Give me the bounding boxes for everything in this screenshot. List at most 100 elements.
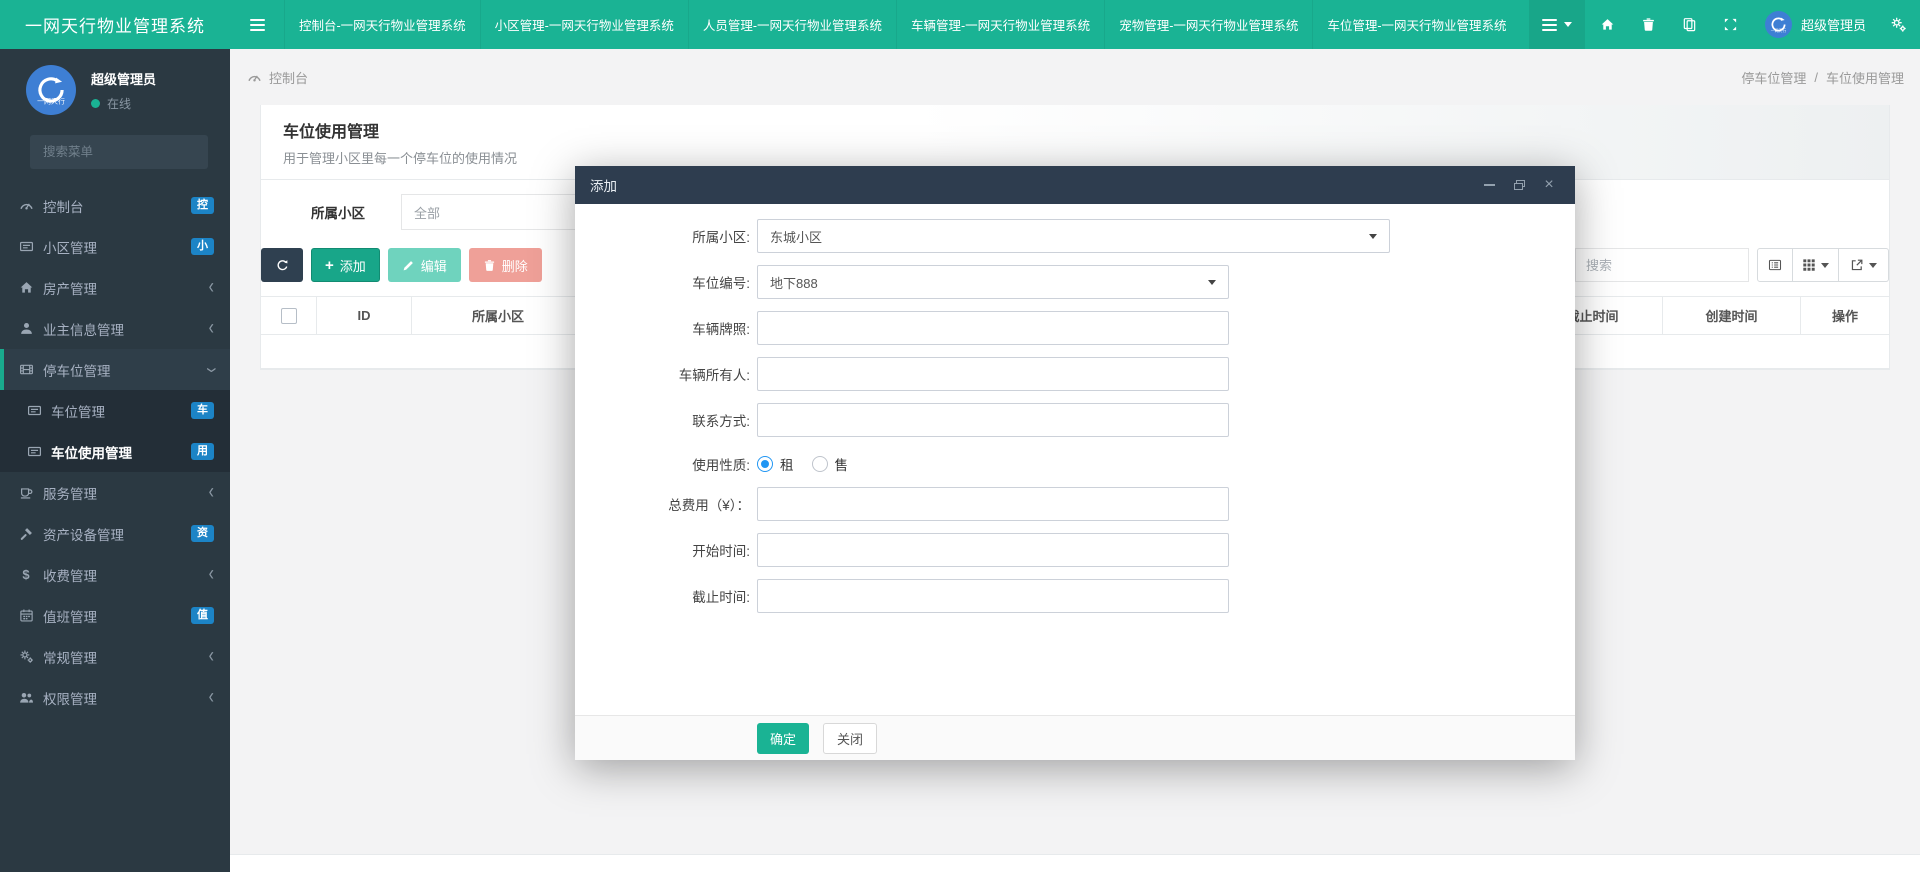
gears-icon: [1890, 16, 1907, 33]
edit-button[interactable]: 编辑: [388, 248, 461, 282]
community-select-value: 东城小区: [770, 227, 822, 246]
user-avatar: [1765, 11, 1792, 38]
confirm-button[interactable]: 确定: [757, 723, 809, 754]
sidebar-menu: 控制台 控 小区管理 小 房产管理 ‹ 业主信息管理 ‹: [0, 185, 230, 718]
dialog-title: 添加: [590, 175, 617, 195]
tab-personnel[interactable]: 人员管理-一网天行物业管理系统: [688, 0, 896, 49]
chevron-left-icon: ‹: [209, 687, 214, 708]
select-all-checkbox[interactable]: [281, 308, 297, 324]
maximize-button[interactable]: [1508, 174, 1530, 196]
dialog-window-controls: ×: [1478, 174, 1560, 196]
usage-radio-sell-label[interactable]: 售: [835, 454, 849, 474]
pencil-icon: [402, 259, 415, 272]
sidebar-item-owner-info[interactable]: 业主信息管理 ‹: [0, 308, 230, 349]
total-fee-input[interactable]: [757, 487, 1229, 521]
user-menu[interactable]: 超级管理员: [1765, 11, 1866, 38]
plus-icon: +: [325, 258, 334, 273]
sidebar-item-label: 资产设备管理: [43, 524, 191, 544]
usage-radio-rent[interactable]: [757, 456, 773, 472]
tab-community[interactable]: 小区管理-一网天行物业管理系统: [480, 0, 688, 49]
close-icon: ×: [1544, 177, 1553, 193]
column-id[interactable]: ID: [316, 297, 411, 334]
dialog-footer: 确定 关闭: [575, 715, 1575, 760]
sidebar-item-label: 车位使用管理: [51, 442, 191, 462]
contact-input[interactable]: [757, 403, 1229, 437]
fullscreen-button[interactable]: [1710, 0, 1751, 49]
delete-button-label: 删除: [502, 256, 528, 275]
menu-search-input[interactable]: [41, 144, 206, 160]
export-icon: [1850, 258, 1864, 272]
sidebar-item-parking-space[interactable]: 车位管理 车: [0, 390, 230, 431]
dialog-close-button[interactable]: 关闭: [823, 723, 877, 754]
menu-badge: 小: [191, 238, 214, 255]
chevron-left-icon: ‹: [209, 482, 214, 503]
menu-badge: 资: [191, 525, 214, 542]
sidebar-item-parking-usage[interactable]: 车位使用管理 用: [0, 431, 230, 472]
sidebar-item-service[interactable]: 服务管理 ‹: [0, 472, 230, 513]
minimize-button[interactable]: [1478, 174, 1500, 196]
chevron-left-icon: ‹: [209, 318, 214, 339]
breadcrumb-home[interactable]: 控制台: [269, 68, 308, 87]
sidebar-item-duty[interactable]: 值班管理 值: [0, 595, 230, 636]
sidebar-item-permissions[interactable]: 权限管理 ‹: [0, 677, 230, 718]
home-button[interactable]: [1587, 0, 1628, 49]
usage-radio-sell[interactable]: [812, 456, 828, 472]
sidebar-item-fees[interactable]: $ 收费管理 ‹: [0, 554, 230, 595]
sidebar-item-property[interactable]: 房产管理 ‹: [0, 267, 230, 308]
columns-button[interactable]: [1793, 248, 1839, 282]
community-select[interactable]: 东城小区: [757, 219, 1390, 253]
sidebar-item-community[interactable]: 小区管理 小: [0, 226, 230, 267]
chevron-down-icon: ‹: [201, 367, 222, 372]
breadcrumb-parent[interactable]: 停车位管理: [1741, 68, 1806, 87]
space-no-select[interactable]: 地下888: [757, 265, 1229, 299]
sidebar-item-general[interactable]: 常规管理 ‹: [0, 636, 230, 677]
tab-dashboard[interactable]: 控制台-一网天行物业管理系统: [284, 0, 480, 49]
export-button[interactable]: [1839, 248, 1889, 282]
sidebar-item-dashboard[interactable]: 控制台 控: [0, 185, 230, 226]
brand-title: 一网天行物业管理系统: [0, 0, 230, 49]
sidebar-item-parking-management[interactable]: 停车位管理 ‹: [0, 349, 230, 390]
clear-cache-button[interactable]: [1628, 0, 1669, 49]
plate-input[interactable]: [757, 311, 1229, 345]
sidebar-toggle-button[interactable]: [230, 0, 284, 49]
dialog-titlebar[interactable]: 添加 ×: [575, 166, 1575, 204]
end-time-input[interactable]: [757, 579, 1229, 613]
sidebar-item-label: 停车位管理: [43, 360, 209, 380]
table-search-input[interactable]: [1575, 248, 1749, 282]
tab-parking[interactable]: 车位管理-一网天行物业管理系统: [1312, 0, 1520, 49]
user-icon: [18, 321, 34, 336]
card-icon: [26, 403, 42, 418]
log-button[interactable]: [1669, 0, 1710, 49]
tab-pet[interactable]: 宠物管理-一网天行物业管理系统: [1104, 0, 1312, 49]
profile-avatar[interactable]: [26, 65, 76, 115]
refresh-button[interactable]: [261, 248, 303, 282]
add-button[interactable]: + 添加: [311, 248, 380, 282]
profile-status-text: 在线: [107, 95, 131, 112]
tabs-menu-button[interactable]: [1529, 0, 1585, 49]
sidebar-item-label: 收费管理: [43, 565, 209, 585]
caret-down-icon: [1564, 22, 1572, 27]
gauge-icon: [246, 70, 262, 85]
detail-view-button[interactable]: [1757, 248, 1793, 282]
column-actions[interactable]: 操作: [1800, 297, 1889, 334]
column-community[interactable]: 所属小区: [411, 297, 584, 334]
field-label-end-time: 截止时间:: [575, 586, 750, 606]
card-icon: [26, 444, 42, 459]
close-button[interactable]: ×: [1538, 174, 1560, 196]
online-dot-icon: [91, 99, 100, 108]
breadcrumb-right: 停车位管理 / 车位使用管理: [1741, 68, 1904, 87]
start-time-input[interactable]: [757, 533, 1229, 567]
sidebar-item-label: 控制台: [43, 196, 191, 216]
delete-button[interactable]: 删除: [469, 248, 542, 282]
field-label-start-time: 开始时间:: [575, 540, 750, 560]
column-created-time[interactable]: 创建时间: [1662, 297, 1800, 334]
caret-down-icon: [1208, 280, 1216, 285]
tab-vehicle[interactable]: 车辆管理-一网天行物业管理系统: [896, 0, 1104, 49]
owner-input[interactable]: [757, 357, 1229, 391]
usage-radio-rent-label[interactable]: 租: [780, 454, 794, 474]
document-icon: [1682, 17, 1697, 32]
chevron-left-icon: ‹: [209, 564, 214, 585]
settings-button[interactable]: [1876, 0, 1920, 49]
sidebar-item-assets[interactable]: 资产设备管理 资: [0, 513, 230, 554]
menu-list-icon: [1542, 16, 1557, 34]
